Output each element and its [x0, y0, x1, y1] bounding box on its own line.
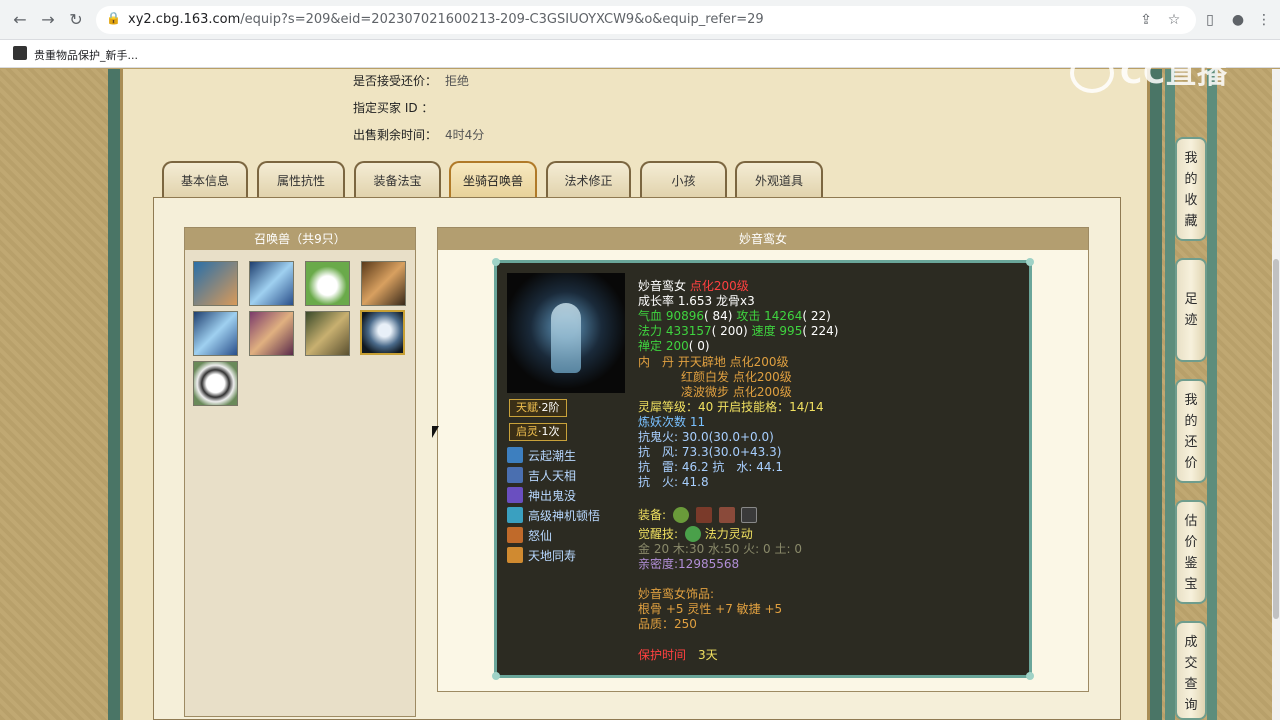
- pet-list-title: 召唤兽（共9只）: [185, 228, 415, 250]
- res-thunder-water-row: 抗 雷: 46.2 抗 水: 44.1: [638, 460, 783, 474]
- sidebar-favorites[interactable]: 我的收藏: [1175, 137, 1207, 241]
- awaken-row: 觉醒技: 法力灵动: [638, 526, 753, 542]
- stream-watermark: CC直播: [1070, 48, 1228, 93]
- back-icon[interactable]: ←: [10, 10, 30, 30]
- pet-thumb-5[interactable]: [193, 311, 238, 356]
- mp-spd-row: 法力 433157( 200) 速度 995( 224): [638, 324, 839, 338]
- sidebar-my-bargains[interactable]: 我的还价: [1175, 379, 1207, 483]
- pet-thumb-4[interactable]: [361, 261, 406, 306]
- awaken-badge[interactable]: 启灵·1次: [509, 423, 567, 441]
- res-ghost-row: 抗鬼火: 30.0(30.0+0.0): [638, 430, 774, 444]
- sidebar-deal-query[interactable]: 成交查询: [1175, 621, 1207, 720]
- card-corner: [492, 672, 500, 680]
- longevity-skill-icon: [507, 547, 523, 563]
- pet-detail-title: 妙音鸾女: [438, 228, 1088, 250]
- ghost-skill-icon: [507, 487, 523, 503]
- res-fire-row: 抗 火: 41.8: [638, 475, 709, 489]
- buyer-id-row: 指定买家 ID ：: [353, 101, 434, 115]
- fortune-skill-icon: [507, 467, 523, 483]
- cc-logo-icon: [1070, 53, 1114, 93]
- url-text: xy2.cbg.163.com/equip?s=209&eid=20230702…: [128, 12, 764, 27]
- equip-slot-icon[interactable]: [718, 507, 735, 523]
- skill-item[interactable]: 神出鬼没: [507, 487, 576, 505]
- intimacy-row: 亲密度:12985568: [638, 557, 740, 571]
- pet-thumb-1[interactable]: [193, 261, 238, 306]
- skill-item[interactable]: 天地同寿: [507, 547, 576, 565]
- pet-portrait: [507, 273, 625, 393]
- pet-thumb-2[interactable]: [249, 261, 294, 306]
- sidebar-toggle-icon[interactable]: ▯: [1200, 10, 1220, 30]
- pet-figure: [551, 303, 581, 373]
- wave-skill-icon: [507, 447, 523, 463]
- neidan-row-2: 红颜白发 点化200级: [681, 370, 792, 384]
- tab-basic-info[interactable]: 基本信息: [162, 161, 248, 197]
- hp-atk-row: 气血 90896( 84) 攻击 14264( 22): [638, 309, 831, 323]
- share-icon[interactable]: ⇪: [1136, 10, 1156, 30]
- pet-thumb-7[interactable]: [305, 311, 350, 356]
- skill-item[interactable]: 高级神机顿悟: [507, 507, 600, 525]
- sidebar-rail-left: [1165, 69, 1175, 720]
- pet-thumb-9[interactable]: [193, 361, 238, 406]
- page-scrollbar[interactable]: [1272, 69, 1280, 720]
- elements-row: 金 20 木:30 水:50 火: 0 土: 0: [638, 542, 802, 556]
- sidebar-appraisal[interactable]: 估价鉴宝: [1175, 500, 1207, 604]
- reload-icon[interactable]: ↻: [66, 10, 86, 30]
- accessory-stats: 根骨 +5 灵性 +7 敏捷 +5: [638, 602, 783, 616]
- growth-row: 成长率 1.653 龙骨x3: [638, 294, 755, 308]
- bookmark-item[interactable]: 贵重物品保护_新手...: [34, 47, 138, 63]
- skill-item[interactable]: 云起潮生: [507, 447, 576, 465]
- tab-spell-mods[interactable]: 法术修正: [546, 161, 631, 197]
- star-icon[interactable]: ☆: [1164, 10, 1184, 30]
- browser-toolbar: ← → ↻ 🔒 xy2.cbg.163.com/equip?s=209&eid=…: [0, 0, 1280, 40]
- equip-slot-icon[interactable]: [672, 507, 689, 523]
- equip-slot-icon[interactable]: [741, 507, 758, 523]
- neidan-row-3: 凌波微步 点化200级: [681, 385, 792, 399]
- protect-row: 保护时间 3天: [638, 648, 718, 662]
- accessory-title: 妙音鸾女饰品:: [638, 587, 715, 601]
- sidebar-rail-right: [1207, 69, 1217, 720]
- tab-appearance[interactable]: 外观道具: [735, 161, 823, 197]
- card-corner: [492, 258, 500, 266]
- fury-skill-icon: [507, 527, 523, 543]
- bookmark-favicon-icon: [13, 46, 27, 60]
- equip-row: 装备:: [638, 507, 758, 523]
- accept-bargain-row: 是否接受还价： 拒绝: [353, 74, 470, 88]
- talent-badge[interactable]: 天赋·2阶: [509, 399, 567, 417]
- menu-icon[interactable]: ⋮: [1254, 10, 1274, 30]
- lianyao-row: 炼妖次数 11: [638, 415, 706, 429]
- forward-icon[interactable]: →: [38, 10, 58, 30]
- quality-row: 品质：250: [638, 617, 697, 631]
- lock-icon[interactable]: 🔒: [106, 11, 121, 25]
- mouse-cursor-icon: [432, 426, 439, 438]
- card-corner: [1026, 258, 1034, 266]
- tab-equipment[interactable]: 装备法宝: [354, 161, 441, 197]
- sidebar-history[interactable]: 足迹: [1175, 258, 1207, 362]
- leaf-skill-icon[interactable]: [684, 526, 701, 542]
- tab-children[interactable]: 小孩: [640, 161, 727, 197]
- res-wind-row: 抗 风: 73.3(30.0+43.3): [638, 445, 782, 459]
- pet-name-row: 妙音鸾女 点化200级: [638, 279, 749, 293]
- scrollbar-thumb[interactable]: [1273, 259, 1279, 619]
- equip-slot-icon[interactable]: [695, 507, 712, 523]
- address-bar[interactable]: 🔒 xy2.cbg.163.com/equip?s=209&eid=202307…: [96, 6, 1196, 34]
- pet-thumb-6[interactable]: [249, 311, 294, 356]
- card-corner: [1026, 672, 1034, 680]
- neidan-row-1: 内 丹 开天辟地 点化200级: [638, 355, 789, 369]
- pet-thumb-8-selected[interactable]: [360, 310, 405, 355]
- tab-attributes[interactable]: 属性抗性: [257, 161, 345, 197]
- pet-thumb-3[interactable]: [305, 261, 350, 306]
- insight-skill-icon: [507, 507, 523, 523]
- lingxi-row: 灵犀等级：40 开启技能格：14/14: [638, 400, 824, 414]
- skill-item[interactable]: 吉人天相: [507, 467, 576, 485]
- profile-icon[interactable]: ●: [1228, 10, 1248, 30]
- skill-item[interactable]: 怒仙: [507, 527, 552, 545]
- time-left-row: 出售剩余时间： 4时4分: [353, 128, 485, 142]
- focus-row: 禅定 200( 0): [638, 339, 710, 353]
- tab-mounts-pets[interactable]: 坐骑召唤兽: [449, 161, 537, 197]
